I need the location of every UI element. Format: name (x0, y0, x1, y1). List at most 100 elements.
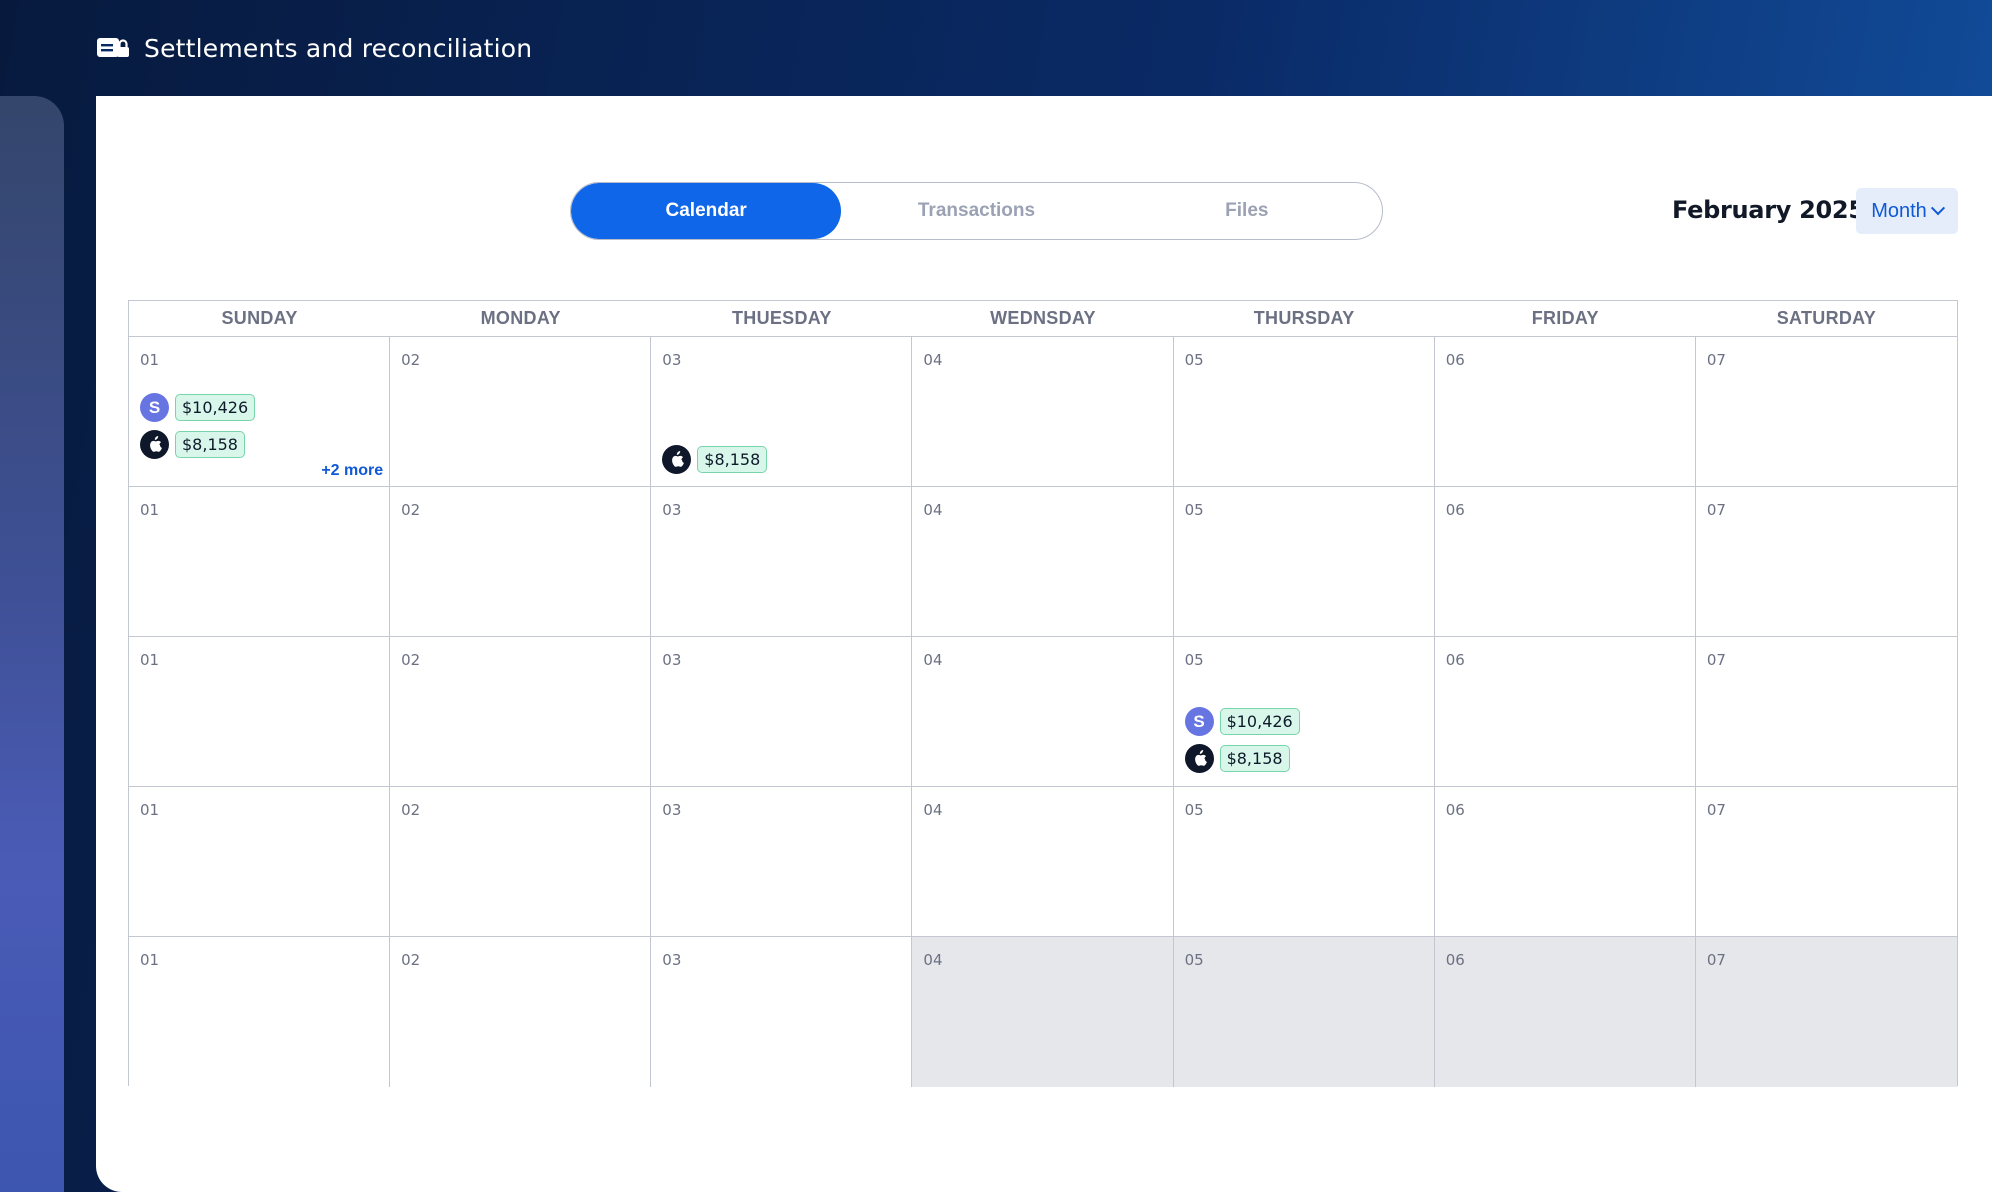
calendar-day-cell: 06 (1434, 937, 1696, 1087)
day-number: 04 (923, 801, 943, 819)
apple-icon (1184, 744, 1214, 773)
calendar-day-cell[interactable]: 07 (1695, 337, 1957, 487)
day-number: 05 (1184, 351, 1204, 369)
calendar-day-cell[interactable]: 01 (129, 637, 391, 787)
day-number: 03 (662, 951, 682, 969)
day-number: 02 (401, 501, 421, 519)
day-number: 07 (1706, 651, 1726, 669)
weekday-header: SUNDAY MONDAY THUESDAY WEDNSDAY THURSDAY FRID… (129, 301, 1957, 337)
day-number: 03 (662, 501, 682, 519)
calendar-day-cell[interactable]: 02 (390, 787, 652, 937)
view-mode-select[interactable]: Month (1856, 188, 1958, 234)
day-number: 04 (923, 651, 943, 669)
calendar-day-cell[interactable]: 02 (390, 337, 652, 487)
day-number: 06 (1445, 351, 1465, 369)
settlement-event[interactable]: $8,158 (662, 445, 768, 474)
day-number: 02 (401, 651, 421, 669)
calendar-day-cell[interactable]: 01 (129, 787, 391, 937)
more-events-link[interactable]: +2 more (321, 462, 383, 480)
calendar-day-cell[interactable]: 03 (651, 787, 913, 937)
calendar-day-cell[interactable]: 01 (129, 937, 391, 1087)
weekday-label: SATURDAY (1776, 308, 1877, 328)
view-tabs: Calendar Transactions Files (570, 182, 1383, 240)
apple-icon (140, 430, 169, 459)
day-number: 05 (1184, 801, 1204, 819)
calendar-day-cell[interactable]: 01 S $10,426 $8,158 +2 more (129, 337, 391, 487)
calendar-day-cell[interactable]: 04 (912, 787, 1174, 937)
calendar-day-cell[interactable]: 07 (1695, 787, 1957, 937)
calendar-day-cell[interactable]: 06 (1434, 487, 1696, 637)
calendar-day-cell[interactable]: 06 (1434, 637, 1696, 787)
calendar-day-cell[interactable]: 04 (912, 637, 1174, 787)
tab-files[interactable]: Files (1112, 183, 1382, 239)
settlement-event[interactable]: S $10,426 (1184, 707, 1300, 736)
weekday-label: WEDNSDAY (990, 308, 1096, 328)
calendar-grid: SUNDAY MONDAY THUESDAY WEDNSDAY THURSDAY FRID… (128, 300, 1958, 1087)
calendar-day-cell[interactable]: 02 (390, 637, 652, 787)
stripe-icon: S (140, 393, 169, 422)
main-panel: Calendar Transactions Files February 202… (96, 96, 1992, 1192)
day-number: 05 (1184, 651, 1204, 669)
day-number: 05 (1184, 951, 1204, 969)
settlements-wallet-icon (97, 38, 129, 57)
day-number: 07 (1706, 951, 1726, 969)
calendar-day-cell[interactable]: 07 (1695, 637, 1957, 787)
settlement-amount: $8,158 (175, 431, 245, 458)
tab-transactions[interactable]: Transactions (841, 183, 1111, 239)
settlement-amount: $8,158 (697, 446, 768, 473)
day-number: 06 (1445, 501, 1465, 519)
calendar-day-cell[interactable]: 03 (651, 937, 913, 1087)
calendar-day-cell[interactable]: 07 (1695, 487, 1957, 637)
weekday-label: SUNDAY (221, 308, 298, 328)
calendar-day-cell[interactable]: 03 (651, 487, 913, 637)
weekday-label: MONDAY (480, 308, 561, 328)
calendar-day-cell[interactable]: 04 (912, 337, 1174, 487)
tab-calendar[interactable]: Calendar (571, 183, 842, 239)
calendar-day-cell[interactable]: 05 S $10,426 $8,158 (1173, 637, 1435, 787)
app-title: Settlements and reconciliation (144, 33, 533, 63)
day-number: 06 (1445, 801, 1465, 819)
day-number: 02 (401, 801, 421, 819)
day-number: 03 (662, 351, 682, 369)
chevron-down-icon (1930, 201, 1945, 216)
day-number: 01 (140, 951, 160, 969)
stripe-icon: S (1184, 707, 1214, 736)
calendar-day-cell[interactable]: 05 (1173, 337, 1435, 487)
calendar-day-cell[interactable]: 06 (1434, 337, 1696, 487)
calendar-day-cell[interactable]: 05 (1173, 487, 1435, 637)
calendar-day-cell[interactable]: 02 (390, 937, 652, 1087)
calendar-day-cell[interactable]: 02 (390, 487, 652, 637)
settlement-events: S $10,426 $8,158 (1184, 707, 1300, 773)
calendar-day-cell[interactable]: 03 (651, 637, 913, 787)
calendar-day-cell[interactable]: 06 (1434, 787, 1696, 937)
day-number: 03 (662, 801, 682, 819)
day-number: 02 (401, 951, 421, 969)
calendar-day-cell[interactable]: 04 (912, 487, 1174, 637)
day-number: 01 (140, 351, 160, 369)
day-number: 01 (140, 501, 160, 519)
day-number: 07 (1706, 801, 1726, 819)
day-number: 04 (923, 951, 943, 969)
calendar-day-cell[interactable]: 05 (1173, 787, 1435, 937)
apple-icon (662, 445, 692, 474)
sidebar (0, 96, 64, 1192)
calendar-body: 01 S $10,426 $8,158 +2 more 02 03 $8,158 04 05 06 0… (129, 337, 1957, 1087)
current-period: February 2025 (1672, 196, 1865, 224)
weekday-label: THURSDAY (1253, 308, 1355, 328)
settlement-event[interactable]: $8,158 (140, 430, 255, 459)
settlement-event[interactable]: $8,158 (1184, 744, 1300, 773)
day-number: 04 (923, 501, 943, 519)
calendar-day-cell: 04 (912, 937, 1174, 1087)
day-number: 02 (401, 351, 421, 369)
calendar-day-cell[interactable]: 03 $8,158 (651, 337, 913, 487)
settlement-amount: $10,426 (1219, 708, 1300, 735)
weekday-label: FRIDAY (1531, 308, 1599, 328)
day-number: 04 (923, 351, 943, 369)
settlement-amount: $10,426 (175, 394, 256, 421)
top-bar: Settlements and reconciliation (0, 0, 1992, 96)
calendar-day-cell[interactable]: 01 (129, 487, 391, 637)
day-number: 07 (1706, 501, 1726, 519)
weekday-label: THUESDAY (731, 308, 832, 328)
settlement-event[interactable]: S $10,426 (140, 393, 256, 422)
day-number: 06 (1445, 951, 1465, 969)
